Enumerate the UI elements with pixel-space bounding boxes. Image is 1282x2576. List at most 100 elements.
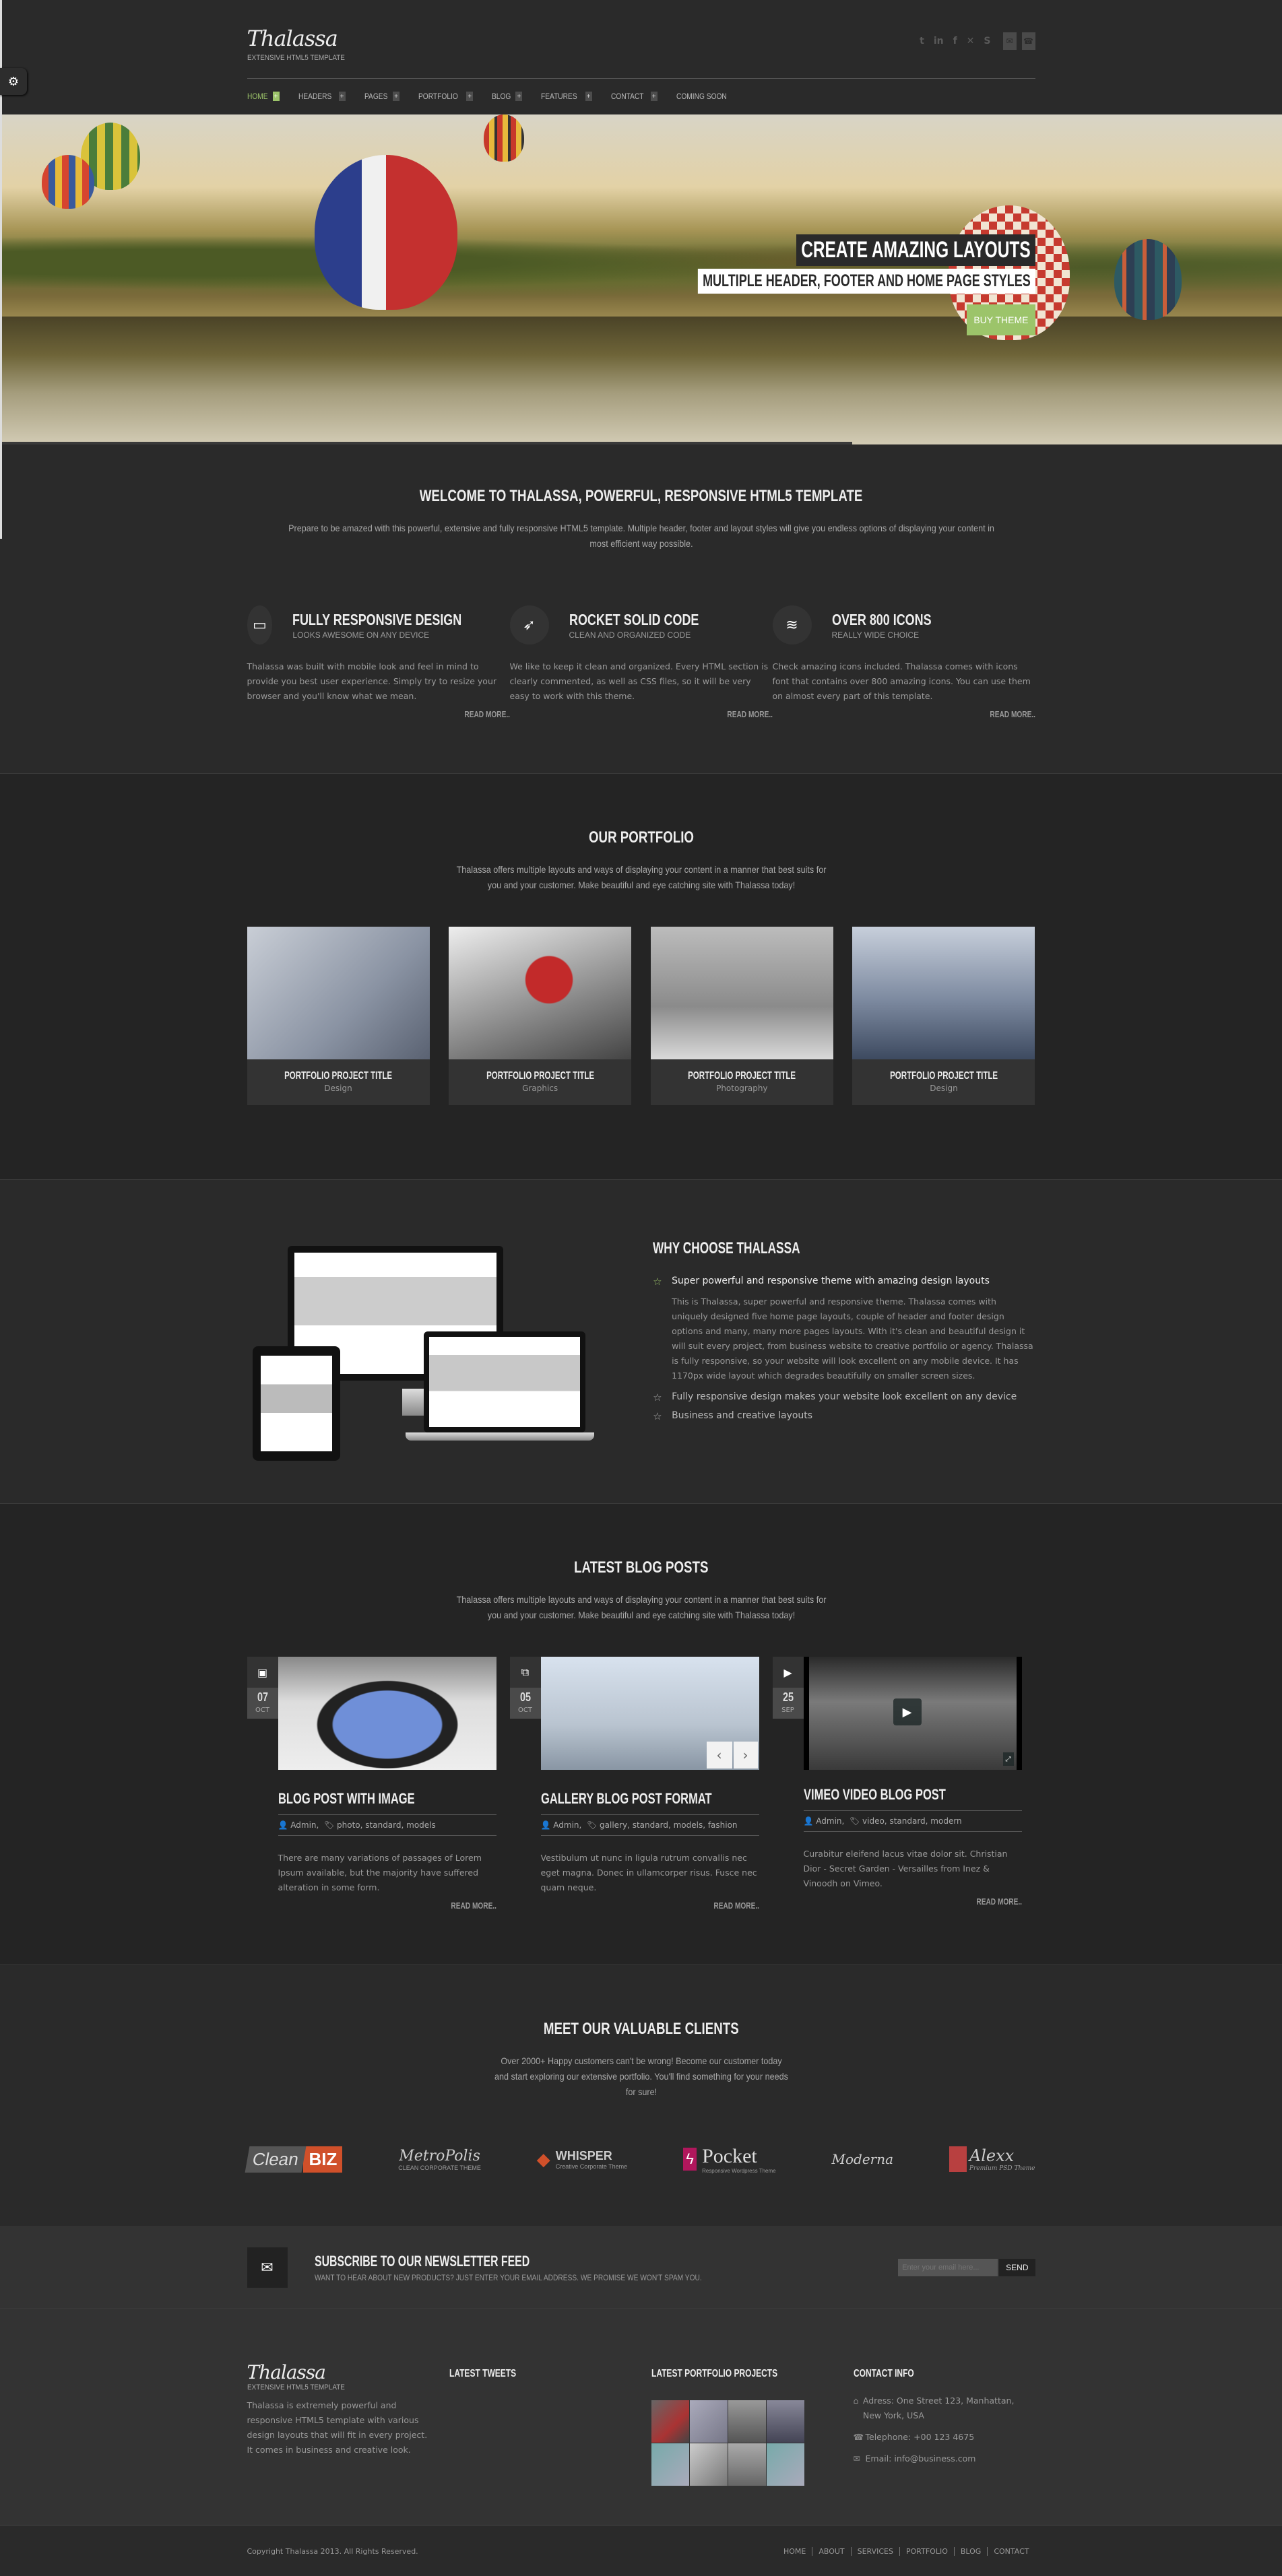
clients-section: MEET OUR VALUABLE CLIENTS Over 2000+ Hap… bbox=[0, 1965, 1282, 2227]
logo[interactable]: Thalassa EXTENSIVE HTML5 TEMPLATE bbox=[247, 26, 356, 62]
mail-icon[interactable]: ✉ bbox=[1002, 32, 1017, 50]
clients-title: MEET OUR VALUABLE CLIENTS bbox=[543, 2020, 739, 2038]
video-player[interactable]: ▶ ⤢ bbox=[803, 1657, 1022, 1770]
project-thumbnail[interactable] bbox=[689, 2400, 728, 2443]
post-image[interactable] bbox=[278, 1657, 496, 1770]
plus-icon: + bbox=[392, 92, 399, 101]
accordion-item[interactable]: ☆ Business and creative layouts bbox=[653, 1410, 1035, 1422]
nav-contact[interactable]: CONTACT + bbox=[611, 92, 658, 101]
read-more-link[interactable]: READ MORE.. bbox=[567, 709, 773, 719]
portfolio-item[interactable]: PORTFOLIO PROJECT TITLE Graphics bbox=[449, 927, 632, 1105]
project-thumbnail[interactable] bbox=[766, 2400, 804, 2443]
footer-link-services[interactable]: SERVICES bbox=[850, 2547, 899, 2556]
facebook-icon[interactable]: f bbox=[953, 36, 957, 46]
footer-link-blog[interactable]: BLOG bbox=[953, 2547, 987, 2556]
accordion-item-expanded[interactable]: ☆ Super powerful and responsive theme wit… bbox=[653, 1276, 1035, 1288]
post-gallery[interactable]: ‹ › bbox=[540, 1657, 759, 1770]
post-tags[interactable]: video, standard, modern bbox=[862, 1816, 962, 1826]
nav-home[interactable]: HOME + bbox=[247, 92, 280, 101]
balloon-image bbox=[1114, 239, 1182, 320]
project-thumbnail[interactable] bbox=[766, 2443, 804, 2486]
portfolio-image bbox=[852, 927, 1035, 1059]
post-author[interactable]: Admin, bbox=[290, 1820, 319, 1830]
feature-item: ▭ FULLY RESPONSIVE DESIGN LOOKS AWESOME O… bbox=[247, 605, 510, 719]
blog-section: LATEST BLOG POSTS Thalassa offers multip… bbox=[0, 1504, 1282, 1965]
accordion-item[interactable]: ☆ Fully responsive design makes your webs… bbox=[653, 1391, 1035, 1403]
client-logo-whisper[interactable]: ◆ WHISPER Creative Corporate Theme bbox=[537, 2139, 627, 2179]
twitter-icon[interactable]: t bbox=[920, 36, 924, 46]
footer-link-home[interactable]: HOME bbox=[777, 2547, 812, 2556]
phone-icon[interactable]: ☎ bbox=[1021, 32, 1035, 50]
project-thumbnail[interactable] bbox=[728, 2400, 766, 2443]
feature-subtitle: REALLY WIDE CHOICE bbox=[831, 630, 920, 640]
accordion-content: This is Thalassa, super powerful and res… bbox=[672, 1296, 1033, 1381]
read-more-link[interactable]: READ MORE.. bbox=[830, 709, 1035, 719]
client-logo-moderna[interactable]: Moderna bbox=[832, 2139, 894, 2179]
email-input[interactable] bbox=[898, 2259, 998, 2276]
why-title: WHY CHOOSE THALASSA bbox=[653, 1239, 800, 1257]
copyright-text: Copyright Thalassa 2013. All Rights Rese… bbox=[247, 2547, 418, 2556]
gallery-prev-button[interactable]: ‹ bbox=[706, 1742, 732, 1769]
nav-headers[interactable]: HEADERS + bbox=[298, 92, 346, 101]
buy-theme-button[interactable]: BUY THEME bbox=[967, 304, 1035, 335]
post-tags[interactable]: photo, standard, models bbox=[337, 1820, 436, 1830]
read-more-link[interactable]: READ MORE.. bbox=[852, 1896, 1022, 1907]
contact-title: CONTACT INFO bbox=[853, 2368, 914, 2379]
portfolio-item[interactable]: PORTFOLIO PROJECT TITLE Design bbox=[852, 927, 1035, 1105]
home-icon: ⌂ bbox=[853, 2396, 859, 2406]
post-author[interactable]: Admin, bbox=[816, 1816, 844, 1826]
nav-features[interactable]: FEATURES + bbox=[541, 92, 592, 101]
client-logo-alexx[interactable]: Alexx Premium PSD Theme bbox=[949, 2139, 1035, 2179]
client-logo-cleanbiz[interactable]: Clean BIZ bbox=[245, 2139, 343, 2179]
portfolio-image bbox=[650, 927, 833, 1059]
feature-title: FULLY RESPONSIVE DESIGN bbox=[292, 610, 462, 628]
project-thumbnail[interactable] bbox=[689, 2443, 728, 2486]
contact-email[interactable]: Email: info@business.com bbox=[866, 2451, 976, 2466]
gallery-next-button[interactable]: › bbox=[733, 1742, 758, 1769]
project-thumbnail[interactable] bbox=[728, 2443, 766, 2486]
feature-item: ➶ ROCKET SOLID CODE CLEAN AND ORGANIZED C… bbox=[509, 605, 773, 719]
blog-post: ▣ 07 OCT BLOG POST WITH IMAGE 👤 Admin, 🏷 p… bbox=[247, 1657, 510, 1911]
client-logo-pocket[interactable]: ϟ Pocket Responsive Wordpress Theme bbox=[683, 2139, 776, 2179]
accordion-label: Fully responsive design makes your websi… bbox=[672, 1391, 1017, 1402]
project-thumbnail[interactable] bbox=[651, 2443, 689, 2486]
post-author[interactable]: Admin, bbox=[553, 1820, 581, 1830]
nav-blog[interactable]: BLOG + bbox=[492, 92, 523, 101]
post-title[interactable]: VIMEO VIDEO BLOG POST bbox=[804, 1786, 967, 1804]
portfolio-item-title: PORTFOLIO PROJECT TITLE bbox=[284, 1070, 392, 1082]
footer-link-portfolio[interactable]: PORTFOLIO bbox=[899, 2547, 954, 2556]
play-button[interactable]: ▶ bbox=[893, 1698, 922, 1725]
nav-pages[interactable]: PAGES + bbox=[364, 92, 399, 101]
tag-icon: 🏷 bbox=[849, 1816, 863, 1826]
post-meta: 👤 Admin, 🏷 gallery, standard, models, fa… bbox=[540, 1814, 759, 1836]
portfolio-item-category: Photography bbox=[716, 1084, 768, 1093]
portfolio-item[interactable]: PORTFOLIO PROJECT TITLE Design bbox=[247, 927, 430, 1105]
post-excerpt: Vestibulum ut nunc in ligula rutrum conv… bbox=[540, 1853, 757, 1892]
project-thumbnail[interactable] bbox=[651, 2400, 689, 2443]
portfolio-item-title: PORTFOLIO PROJECT TITLE bbox=[486, 1070, 594, 1082]
footer-logo[interactable]: Thalassa bbox=[247, 2361, 429, 2383]
post-title[interactable]: BLOG POST WITH IMAGE bbox=[278, 1790, 442, 1808]
feature-title: OVER 800 ICONS bbox=[831, 610, 932, 628]
style-switcher-button[interactable]: ⚙ bbox=[0, 68, 27, 95]
send-button[interactable]: SEND bbox=[999, 2259, 1035, 2276]
footer-link-contact[interactable]: CONTACT bbox=[987, 2547, 1035, 2556]
skype-icon[interactable]: S bbox=[984, 36, 990, 46]
portfolio-item-category: Design bbox=[324, 1084, 352, 1093]
fullscreen-icon[interactable]: ⤢ bbox=[1002, 1752, 1014, 1766]
xing-icon[interactable]: ✕ bbox=[967, 36, 975, 46]
client-logo-metropolis[interactable]: MetroPolis CLEAN CORPORATE THEME bbox=[398, 2139, 481, 2179]
post-tags[interactable]: gallery, standard, models, fashion bbox=[600, 1820, 738, 1830]
linkedin-icon[interactable]: in bbox=[934, 36, 944, 46]
post-title[interactable]: GALLERY BLOG POST FORMAT bbox=[541, 1790, 712, 1808]
portfolio-item[interactable]: PORTFOLIO PROJECT TITLE Photography bbox=[650, 927, 833, 1105]
read-more-link[interactable]: READ MORE.. bbox=[589, 1901, 759, 1911]
portfolio-title: OUR PORTFOLIO bbox=[588, 828, 694, 847]
read-more-link[interactable]: READ MORE.. bbox=[326, 1901, 496, 1911]
footer-link-about[interactable]: ABOUT bbox=[812, 2547, 850, 2556]
read-more-link[interactable]: READ MORE.. bbox=[305, 709, 510, 719]
portfolio-section: OUR PORTFOLIO Thalassa offers multiple l… bbox=[0, 774, 1282, 1180]
nav-portfolio[interactable]: PORTFOLIO + bbox=[418, 92, 474, 101]
plus-icon: + bbox=[650, 92, 658, 101]
nav-coming-soon[interactable]: COMING SOON bbox=[676, 92, 733, 101]
